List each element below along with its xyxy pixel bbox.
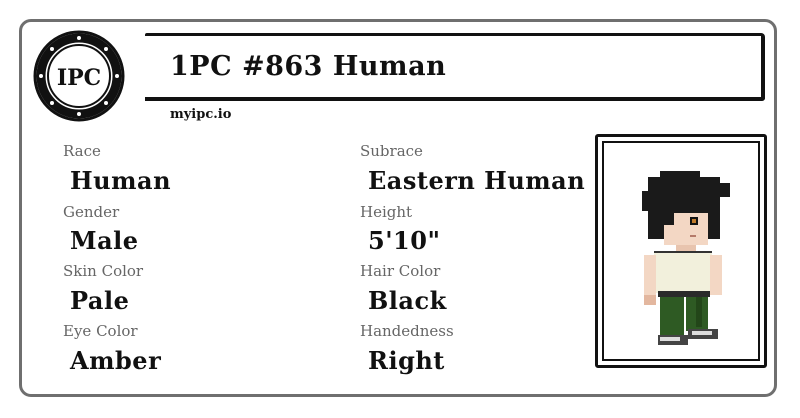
- gender-value: Male: [70, 226, 139, 255]
- subrace-label: Subrace: [360, 142, 423, 160]
- eye-color-value: Amber: [70, 346, 162, 375]
- height-label: Height: [360, 203, 413, 221]
- gender-label: Gender: [63, 203, 120, 221]
- handedness-label: Handedness: [360, 322, 454, 340]
- hair-color-label: Hair Color: [360, 262, 441, 280]
- ipc-seal-icon: IPC: [33, 30, 125, 122]
- portrait-frame: [595, 134, 767, 368]
- eye-color-label: Eye Color: [63, 322, 138, 340]
- logo-text: IPC: [57, 65, 101, 91]
- site-label: myipc.io: [170, 107, 232, 122]
- pixel-character-portrait: [642, 171, 730, 345]
- height-value: 5'10": [368, 226, 441, 255]
- hair-color-value: Black: [368, 286, 447, 315]
- subrace-value: Eastern Human: [368, 166, 586, 195]
- portrait-inner-frame: [602, 141, 760, 361]
- race-label: Race: [63, 142, 101, 160]
- handedness-value: Right: [368, 346, 445, 375]
- skin-color-label: Skin Color: [63, 262, 144, 280]
- race-value: Human: [70, 166, 172, 195]
- skin-color-value: Pale: [70, 286, 130, 315]
- page-title: 1PC #863 Human: [170, 51, 447, 82]
